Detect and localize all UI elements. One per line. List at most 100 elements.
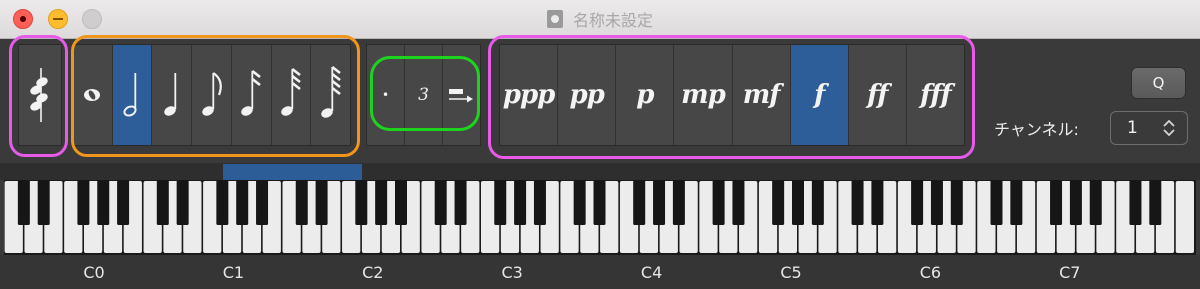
black-key[interactable] [732, 180, 745, 225]
black-key[interactable] [633, 180, 646, 225]
black-key[interactable] [37, 180, 50, 225]
chord-tool-group [18, 44, 62, 146]
dynamic-fff-button[interactable]: fff [907, 45, 964, 145]
black-key[interactable] [672, 180, 685, 225]
black-key[interactable] [1050, 180, 1063, 225]
musical-typing-window: 名称未設定 • 3 ppp pp p mp mf f ff fff Q チャンネ… [0, 0, 1200, 289]
dynamic-label: pp [569, 80, 605, 110]
keyboard-range-bar [0, 163, 1200, 180]
black-key[interactable] [77, 180, 90, 225]
dotted-note-button[interactable]: • [367, 45, 405, 145]
eighth-note-icon [201, 72, 222, 116]
black-key[interactable] [156, 180, 169, 225]
black-key[interactable] [851, 180, 864, 225]
black-key[interactable] [930, 180, 943, 225]
black-key[interactable] [593, 180, 606, 225]
black-key[interactable] [792, 180, 804, 225]
chord-tool-button[interactable] [19, 45, 61, 145]
black-key[interactable] [772, 180, 785, 225]
sustain-arrow-icon [448, 89, 473, 103]
dynamic-label: ff [867, 80, 888, 110]
black-key[interactable] [1089, 180, 1102, 225]
thirty-second-note-button[interactable] [272, 45, 312, 145]
window-title-text: 名称未設定 [572, 11, 653, 30]
dynamic-pp-button[interactable]: pp [558, 45, 617, 145]
dynamic-ff-button[interactable]: ff [849, 45, 907, 145]
triplet-button[interactable]: 3 [405, 45, 443, 145]
sixty-fourth-note-icon [320, 65, 341, 118]
sustain-button[interactable] [443, 45, 480, 145]
chord-notes-icon [30, 68, 48, 122]
black-key[interactable] [573, 180, 586, 225]
octave-label: C5 [780, 263, 802, 282]
channel-select[interactable]: 1 [1110, 111, 1188, 145]
black-key[interactable] [176, 180, 189, 225]
dynamic-mp-button[interactable]: mp [674, 45, 733, 145]
black-key[interactable] [533, 180, 546, 225]
dynamic-label: mp [681, 80, 726, 110]
black-key[interactable] [454, 180, 467, 225]
octave-label: C1 [222, 263, 245, 282]
black-key[interactable] [712, 180, 725, 225]
dynamic-f-button[interactable]: f [790, 45, 849, 145]
black-key[interactable] [395, 180, 407, 225]
octave-label: C0 [83, 263, 105, 282]
half-note-icon [123, 73, 137, 117]
note-value-group [72, 44, 351, 146]
black-key[interactable] [653, 180, 666, 225]
black-key[interactable] [911, 180, 924, 225]
title-bar: 名称未設定 [0, 0, 1200, 39]
window-title: 名称未設定 [0, 0, 1200, 38]
sixty-fourth-note-button[interactable] [311, 45, 350, 145]
black-key[interactable] [990, 180, 1003, 225]
black-key[interactable] [117, 180, 130, 225]
octave-label: C6 [919, 263, 942, 282]
black-key[interactable] [236, 180, 249, 225]
note-modifier-group: • 3 [366, 44, 481, 146]
quantize-button[interactable]: Q [1131, 67, 1186, 99]
dynamic-label: mf [742, 80, 781, 110]
sixteenth-note-button[interactable] [232, 45, 272, 145]
black-key[interactable] [1010, 180, 1023, 225]
black-key[interactable] [355, 180, 368, 225]
white-key[interactable] [1175, 181, 1194, 253]
black-key[interactable] [17, 180, 30, 225]
black-key[interactable] [216, 180, 229, 225]
quarter-note-icon [164, 73, 176, 116]
black-key[interactable] [256, 180, 269, 225]
black-key[interactable] [295, 180, 308, 225]
black-key[interactable] [811, 180, 824, 225]
channel-value: 1 [1127, 118, 1138, 138]
whole-note-button[interactable] [73, 45, 113, 145]
whole-note-icon [84, 89, 101, 101]
dynamics-group: ppp pp p mp mf f ff fff [499, 44, 965, 146]
dynamic-p-button[interactable]: p [616, 45, 675, 145]
black-key[interactable] [434, 180, 447, 225]
eighth-note-button[interactable] [192, 45, 232, 145]
black-key[interactable] [950, 180, 963, 225]
dynamic-ppp-button[interactable]: ppp [500, 45, 559, 145]
triplet-label: 3 [418, 85, 429, 105]
dot-label: • [381, 88, 390, 102]
sixteenth-note-icon [241, 69, 262, 116]
document-icon [546, 10, 563, 28]
octave-range-indicator[interactable] [223, 164, 362, 180]
black-key[interactable] [375, 180, 388, 225]
dynamic-label: ppp [502, 80, 556, 110]
dynamic-mf-button[interactable]: mf [733, 45, 791, 145]
octave-label: C2 [362, 263, 384, 282]
octave-label: C3 [501, 263, 523, 282]
quarter-note-button[interactable] [152, 45, 193, 145]
black-key[interactable] [1129, 180, 1142, 225]
channel-label: チャンネル: [994, 120, 1079, 139]
half-note-button[interactable] [112, 45, 153, 145]
black-key[interactable] [97, 180, 110, 225]
black-key[interactable] [871, 180, 884, 225]
black-key[interactable] [494, 180, 507, 225]
piano-keyboard[interactable] [4, 180, 1196, 255]
black-key[interactable] [514, 180, 527, 225]
black-key[interactable] [1149, 180, 1162, 225]
black-key[interactable] [1069, 180, 1082, 225]
black-key[interactable] [315, 180, 328, 225]
dynamic-label: f [814, 80, 825, 110]
